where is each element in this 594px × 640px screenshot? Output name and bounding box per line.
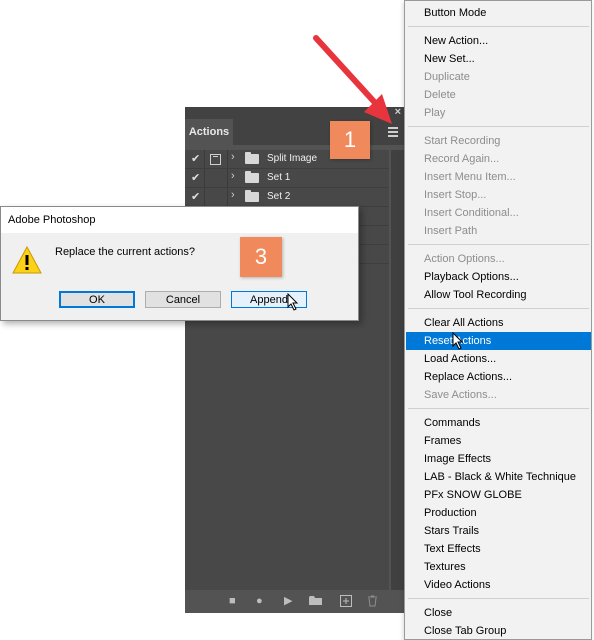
dialog-title-bar: Adobe Photoshop <box>1 207 358 233</box>
check-icon[interactable]: ✔ <box>191 171 200 184</box>
menu-item-lab-bw-technique[interactable]: LAB - Black & White Technique <box>406 468 591 486</box>
check-icon[interactable]: ✔ <box>191 190 200 203</box>
panel-scrollbar[interactable] <box>391 150 405 590</box>
actions-panel: × Actions ✔ › Split Image ✔ › Set 1 ✔ › <box>185 106 407 613</box>
folder-icon <box>245 171 259 183</box>
mouse-cursor-icon <box>287 293 299 311</box>
menu-item-insert-menu-item: Insert Menu Item... <box>424 171 516 183</box>
menu-item-stars-trails[interactable]: Stars Trails <box>406 522 591 540</box>
confirm-dialog: Adobe Photoshop Replace the current acti… <box>0 206 359 321</box>
mouse-cursor-icon <box>452 332 464 350</box>
menu-item-action-options: Action Options... <box>424 253 505 265</box>
menu-item-start-recording: Start Recording <box>424 135 501 147</box>
action-set-name: Split Image <box>267 153 318 164</box>
menu-item-frames[interactable]: Frames <box>406 432 591 450</box>
menu-item-close-tab-group[interactable]: Close Tab Group <box>406 622 591 640</box>
menu-item-textures[interactable]: Textures <box>406 558 591 576</box>
warning-icon <box>12 246 42 274</box>
dialog-toggle-icon[interactable] <box>210 154 221 165</box>
actions-flyout-menu: Button Mode New Action... New Set... Dup… <box>404 0 592 640</box>
action-set-row[interactable]: ✔ › Set 2 <box>185 188 389 207</box>
menu-item-commands[interactable]: Commands <box>406 414 591 432</box>
menu-item-insert-stop: Insert Stop... <box>424 189 487 201</box>
menu-item-close[interactable]: Close <box>406 604 591 622</box>
menu-item-replace-actions[interactable]: Replace Actions... <box>406 368 591 386</box>
new-action-icon[interactable] <box>340 595 352 610</box>
cancel-button[interactable]: Cancel <box>145 291 221 308</box>
record-icon[interactable]: ● <box>256 595 263 607</box>
play-icon[interactable]: ▶ <box>284 595 292 607</box>
tab-actions[interactable]: Actions <box>185 119 233 145</box>
menu-item-production[interactable]: Production <box>406 504 591 522</box>
dialog-title: Adobe Photoshop <box>8 214 96 226</box>
callout-3: 3 <box>240 237 282 277</box>
menu-item-reset-actions[interactable]: Reset Actions <box>406 332 591 350</box>
callout-1: 1 <box>330 121 370 159</box>
menu-item-image-effects[interactable]: Image Effects <box>406 450 591 468</box>
folder-icon <box>245 190 259 202</box>
action-set-name: Set 1 <box>267 172 291 183</box>
menu-item-duplicate: Duplicate <box>424 71 470 83</box>
menu-item-play: Play <box>424 107 446 119</box>
menu-item-text-effects[interactable]: Text Effects <box>406 540 591 558</box>
menu-item-pfx-snow-globe[interactable]: PFx SNOW GLOBE <box>406 486 591 504</box>
panel-footer: ■ ● ▶ <box>185 590 407 613</box>
stop-icon[interactable]: ■ <box>229 595 236 607</box>
trash-icon[interactable] <box>367 595 378 610</box>
dialog-message: Replace the current actions? <box>55 246 196 258</box>
menu-item-insert-conditional: Insert Conditional... <box>424 207 519 219</box>
action-set-name: Set 2 <box>267 191 291 202</box>
menu-item-load-actions[interactable]: Load Actions... <box>406 350 591 368</box>
folder-icon[interactable] <box>309 595 322 609</box>
check-icon[interactable]: ✔ <box>191 152 200 165</box>
menu-item-playback-options[interactable]: Playback Options... <box>406 268 591 286</box>
chevron-right-icon[interactable]: › <box>231 189 235 201</box>
chevron-right-icon[interactable]: › <box>231 170 235 182</box>
menu-item-video-actions[interactable]: Video Actions <box>406 576 591 594</box>
menu-item-insert-path: Insert Path <box>424 225 478 237</box>
chevron-right-icon[interactable]: › <box>231 151 235 163</box>
menu-item-delete: Delete <box>424 89 456 101</box>
menu-item-clear-all-actions[interactable]: Clear All Actions <box>406 314 591 332</box>
menu-item-record-again: Record Again... <box>424 153 500 165</box>
menu-item-new-set[interactable]: New Set... <box>406 50 591 68</box>
menu-item-allow-tool-recording[interactable]: Allow Tool Recording <box>406 286 591 304</box>
action-set-row[interactable]: ✔ › Set 1 <box>185 169 389 188</box>
menu-item-save-actions: Save Actions... <box>424 389 497 401</box>
menu-item-new-action[interactable]: New Action... <box>406 32 591 50</box>
folder-icon <box>245 152 259 164</box>
menu-item-button-mode[interactable]: Button Mode <box>406 4 591 22</box>
ok-button[interactable]: OK <box>59 291 135 308</box>
